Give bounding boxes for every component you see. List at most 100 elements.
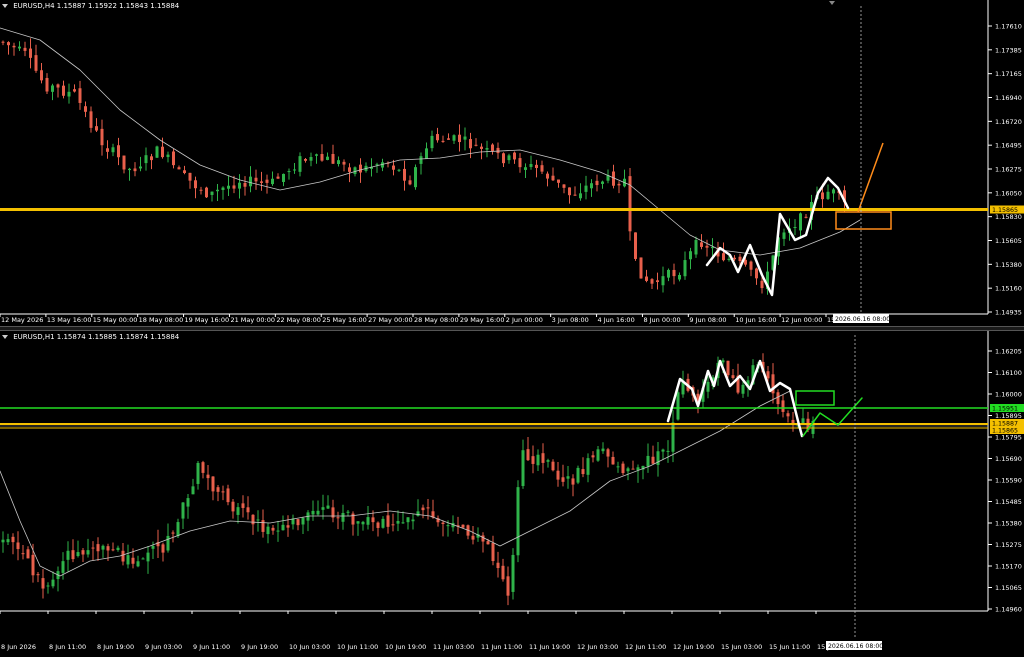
bull-candle — [311, 510, 315, 515]
bear-candle — [749, 261, 753, 270]
bull-candle — [139, 166, 142, 169]
bear-candle — [91, 547, 95, 549]
bear-candle — [194, 180, 197, 189]
bull-candle — [282, 173, 285, 182]
bull-candle — [309, 157, 313, 161]
bull-candle — [155, 146, 159, 158]
bull-candle — [416, 511, 420, 516]
bear-candle — [221, 491, 225, 493]
bull-candle — [683, 260, 687, 277]
time-tick-label: 9 Jun 19:00 — [241, 643, 278, 651]
h1-chart-pane[interactable]: 1.16205 1.16100 1.16000 1.15895 1.15795 1.156… — [0, 331, 1024, 657]
bear-candle — [122, 155, 126, 170]
bear-candle — [556, 470, 560, 480]
bear-candle — [23, 47, 27, 51]
bear-candle — [486, 541, 490, 545]
bear-candle — [161, 544, 165, 553]
time-tick-label: 21 May 00:00 — [230, 316, 275, 324]
price-tick-label: 1.15795 — [995, 434, 1022, 442]
bear-candle — [621, 463, 625, 474]
bear-candle — [71, 550, 75, 560]
h1-chart-canvas[interactable]: 1.16205 1.16100 1.16000 1.15895 1.15795 1.156… — [0, 331, 1024, 657]
bear-candle — [766, 371, 770, 379]
time-tick-label: 15 Jun 03:00 — [721, 643, 762, 651]
bull-candle — [566, 476, 570, 479]
bull-candle — [86, 550, 90, 555]
bull-candle — [678, 274, 681, 280]
bear-candle — [631, 468, 635, 470]
bull-candle — [18, 46, 21, 49]
bull-candle — [298, 156, 302, 172]
bear-candle — [172, 151, 175, 166]
bull-candle — [646, 455, 650, 467]
chart-menu-triangle-icon[interactable] — [2, 335, 8, 339]
price-tick-label: 1.15895 — [995, 412, 1022, 420]
bear-candle — [371, 517, 375, 523]
chart-shift-marker-icon[interactable] — [829, 1, 835, 5]
bull-candle — [256, 519, 260, 521]
chart-menu-triangle-icon[interactable] — [2, 4, 8, 8]
bear-candle — [78, 88, 82, 103]
bear-candle — [634, 232, 637, 259]
bear-candle — [458, 134, 461, 143]
bear-candle — [760, 280, 764, 289]
bear-candle — [526, 449, 530, 461]
bear-candle — [611, 456, 615, 465]
bear-candle — [320, 154, 324, 161]
bear-candle — [171, 532, 175, 534]
bull-candle — [666, 450, 670, 452]
bull-candle — [601, 181, 604, 184]
bull-candle — [397, 169, 401, 171]
bear-candle — [535, 164, 538, 169]
bull-candle — [579, 193, 582, 199]
bear-candle — [672, 269, 676, 277]
bull-candle — [590, 183, 593, 189]
bull-candle — [326, 156, 329, 160]
cursor-date-label: 2026.06.16 08:00 — [828, 643, 883, 650]
bear-candle — [216, 487, 220, 492]
bull-candle — [293, 169, 296, 171]
bear-candle — [243, 183, 247, 187]
bull-candle — [61, 561, 65, 573]
bear-candle — [656, 280, 659, 283]
price-tick-label: 1.14935 — [995, 309, 1022, 317]
bull-candle — [411, 519, 415, 522]
bear-candle — [73, 89, 76, 92]
bear-candle — [226, 488, 230, 503]
price-tick-label: 1.17385 — [995, 46, 1022, 54]
bear-candle — [480, 146, 483, 149]
bear-candle — [581, 469, 585, 475]
bear-candle — [821, 192, 824, 200]
bear-candle — [34, 55, 38, 71]
bull-candle — [191, 486, 195, 495]
time-tick-label: 9 Jun 08:00 — [689, 316, 726, 324]
bull-candle — [316, 510, 320, 515]
target-zone-rectangle[interactable] — [795, 390, 835, 406]
bull-candle — [546, 460, 550, 462]
h4-chart-pane[interactable]: 1.17610 1.17385 1.17165 1.16940 1.16720 1.164… — [0, 0, 1024, 326]
h4-price-tag: 1.15865 — [992, 207, 1018, 214]
time-tick-label: 10 Jun 16:00 — [735, 316, 776, 324]
bear-candle — [106, 546, 110, 551]
bear-candle — [161, 146, 164, 158]
h4-chart-canvas[interactable]: 1.17610 1.17385 1.17165 1.16940 1.16720 1.164… — [0, 0, 1024, 326]
bear-candle — [231, 501, 235, 512]
bull-candle — [616, 466, 620, 468]
bear-candle — [36, 574, 40, 576]
bear-candle — [426, 507, 430, 509]
bear-candle — [206, 474, 210, 479]
bull-candle — [511, 554, 515, 592]
bear-candle — [117, 145, 120, 158]
price-tick-label: 1.15275 — [995, 541, 1022, 549]
time-tick-label: 11 Jun 11:00 — [481, 643, 522, 651]
bear-candle — [471, 535, 475, 540]
bear-candle — [348, 167, 351, 172]
bull-candle — [276, 530, 280, 532]
bear-candle — [26, 549, 30, 559]
h1-chart-title: EURUSD,H1 1.15874 1.15885 1.15874 1.1588… — [2, 333, 179, 341]
bull-candle — [128, 168, 131, 171]
bull-candle — [176, 522, 180, 537]
bear-candle — [265, 179, 269, 183]
projection-arrow-line[interactable] — [857, 142, 884, 213]
target-zone-rectangle[interactable] — [835, 211, 892, 230]
